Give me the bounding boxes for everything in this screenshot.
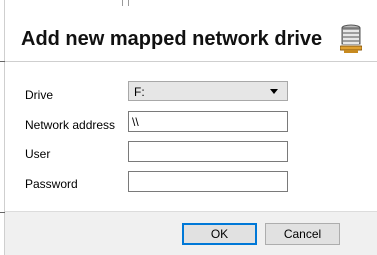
ok-button[interactable]: OK: [182, 223, 257, 245]
network-address-input[interactable]: [128, 111, 288, 132]
window-top-edge: [0, 0, 377, 8]
database-server-icon: [340, 24, 362, 53]
header-separator: [5, 61, 377, 62]
network-address-label: Network address: [25, 118, 116, 132]
chevron-down-icon: [270, 89, 278, 94]
password-label: Password: [25, 177, 78, 191]
user-input[interactable]: [128, 141, 288, 162]
drive-label: Drive: [25, 88, 54, 102]
password-input[interactable]: [128, 171, 288, 192]
dialog-title: Add new mapped network drive: [21, 28, 323, 50]
user-label: User: [25, 147, 51, 161]
cancel-button[interactable]: Cancel: [265, 223, 340, 245]
drive-select-value: F:: [134, 85, 145, 99]
drive-select[interactable]: F:: [128, 81, 288, 101]
